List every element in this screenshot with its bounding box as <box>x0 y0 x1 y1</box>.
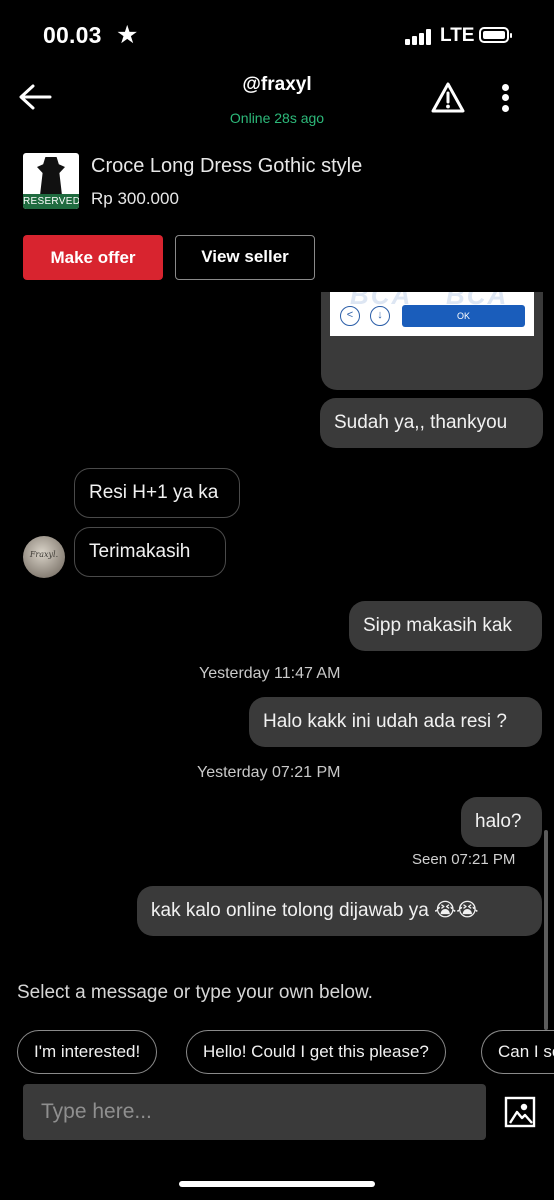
product-title[interactable]: Croce Long Dress Gothic style <box>91 155 362 178</box>
message-bubble-sent[interactable]: kak kalo online tolong dijawab ya 😭😭 <box>137 886 542 936</box>
more-options-button[interactable] <box>496 80 516 116</box>
suggestions-label: Select a message or type your own below. <box>17 982 373 1003</box>
suggestion-chip[interactable]: I'm interested! <box>17 1030 158 1074</box>
home-indicator[interactable] <box>179 1181 375 1187</box>
make-offer-button[interactable]: Make offer <box>23 235 163 280</box>
view-seller-button[interactable]: View seller <box>175 235 315 280</box>
message-bubble-sent[interactable]: Sudah ya,, thankyou <box>320 398 543 448</box>
report-button[interactable] <box>430 80 466 116</box>
suggestion-chip[interactable]: Can I se <box>481 1030 554 1074</box>
signal-icon <box>405 29 433 45</box>
status-time: 00.03 <box>43 22 102 48</box>
product-thumbnail[interactable]: RESERVED <box>23 153 79 209</box>
chat-timestamp: Yesterday 07:21 PM <box>197 764 341 781</box>
chat-messages[interactable]: BCA BCA < ↓ OK Sudah ya,, thankyou Resi … <box>0 292 554 972</box>
image-icon <box>504 1096 536 1128</box>
ok-button-image: OK <box>402 305 525 327</box>
chat-timestamp: Yesterday 11:47 AM <box>199 665 341 682</box>
reserved-badge: RESERVED <box>23 194 79 209</box>
chat-username: @fraxyl <box>242 74 312 95</box>
chat-scrollbar[interactable] <box>544 830 548 1030</box>
attach-image-button[interactable] <box>503 1095 537 1129</box>
dress-image <box>37 157 65 197</box>
seen-status: Seen 07:21 PM <box>412 851 516 868</box>
more-dots-icon <box>502 84 509 91</box>
warning-icon <box>431 82 465 113</box>
suggestion-chip[interactable]: Hello! Could I get this please? <box>186 1030 446 1074</box>
network-type: LTE <box>440 25 475 46</box>
download-icon: ↓ <box>370 306 390 326</box>
message-bubble-sent[interactable]: Halo kakk ini udah ada resi ? <box>249 697 542 747</box>
avatar[interactable]: Fraxyl. <box>23 536 65 578</box>
message-input[interactable] <box>23 1084 486 1140</box>
share-icon: < <box>340 306 360 326</box>
message-bubble-sent[interactable]: Sipp makasih kak <box>349 601 542 651</box>
battery-icon <box>479 27 512 43</box>
online-status: Online 28s ago <box>229 110 325 126</box>
image-message[interactable]: BCA BCA < ↓ OK <box>321 292 543 390</box>
message-bubble-received[interactable]: Resi H+1 ya ka <box>74 468 240 518</box>
message-bubble-received[interactable]: Terimakasih <box>74 527 226 577</box>
product-price: Rp 300.000 <box>91 189 179 208</box>
message-bubble-sent[interactable]: halo? <box>461 797 542 847</box>
star-icon: ★ <box>116 21 139 49</box>
transfer-receipt-image: BCA BCA < ↓ OK <box>330 292 534 336</box>
